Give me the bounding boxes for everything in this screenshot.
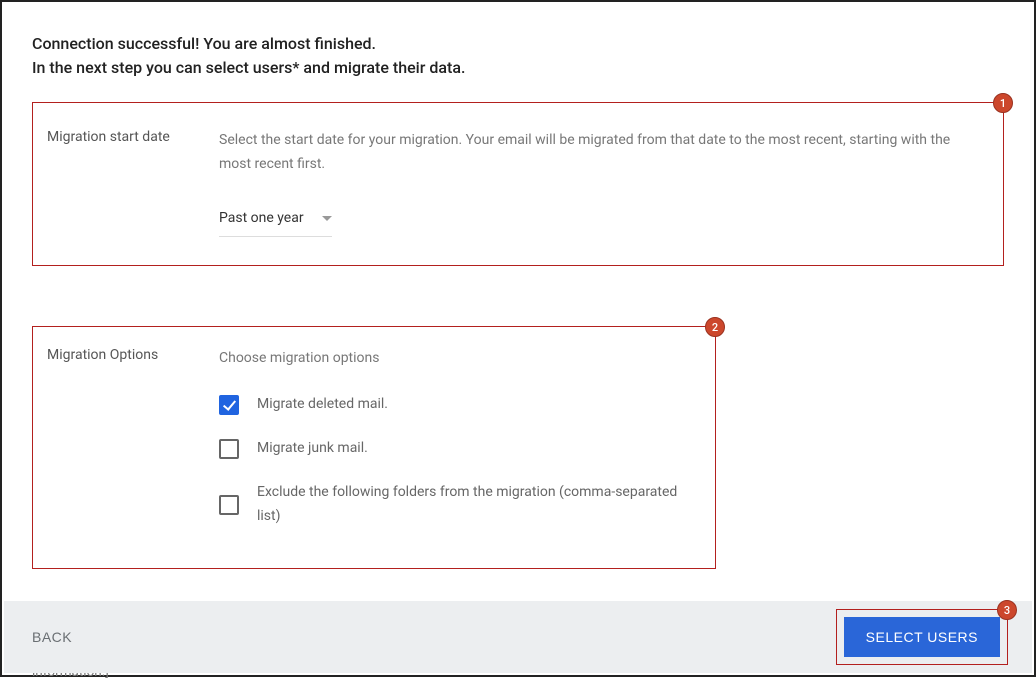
- migration-options-section: 2 Migration Options Choose migration opt…: [32, 326, 716, 569]
- migration-start-description: Select the start date for your migration…: [219, 129, 985, 177]
- option-migrate-junk: Migrate junk mail.: [219, 437, 697, 461]
- annotation-badge-1: 1: [993, 93, 1013, 113]
- checkbox-migrate-junk[interactable]: [219, 439, 239, 459]
- migration-options-description: Choose migration options: [219, 347, 697, 371]
- option-migrate-deleted: Migrate deleted mail.: [219, 393, 697, 417]
- select-users-highlight: 3 SELECT USERS: [836, 609, 1008, 665]
- annotation-badge-2: 2: [705, 317, 725, 337]
- migration-options-label: Migration Options: [47, 347, 219, 363]
- annotation-badge-3: 3: [997, 600, 1017, 620]
- heading-line1: Connection successful! You are almost fi…: [32, 32, 1004, 56]
- back-button[interactable]: BACK: [32, 629, 72, 645]
- option-label: Exclude the following folders from the m…: [257, 481, 697, 529]
- option-label: Migrate deleted mail.: [257, 393, 388, 417]
- options-list: Migrate deleted mail. Migrate junk mail.…: [219, 393, 697, 528]
- footer-bar: BACK 3 SELECT USERS: [4, 601, 1032, 673]
- page-heading: Connection successful! You are almost fi…: [32, 32, 1004, 80]
- option-exclude-folders: Exclude the following folders from the m…: [219, 481, 697, 529]
- migration-start-dropdown[interactable]: Past one year: [219, 207, 332, 238]
- migration-start-section: 1 Migration start date Select the start …: [32, 102, 1004, 266]
- checkbox-migrate-deleted[interactable]: [219, 395, 239, 415]
- checkbox-exclude-folders[interactable]: [219, 495, 239, 515]
- select-users-button[interactable]: SELECT USERS: [844, 617, 1000, 657]
- migration-start-selected: Past one year: [219, 207, 304, 231]
- heading-line2: In the next step you can select users* a…: [32, 56, 1004, 80]
- chevron-down-icon: [322, 216, 332, 221]
- migration-start-label: Migration start date: [47, 129, 219, 145]
- option-label: Migrate junk mail.: [257, 437, 368, 461]
